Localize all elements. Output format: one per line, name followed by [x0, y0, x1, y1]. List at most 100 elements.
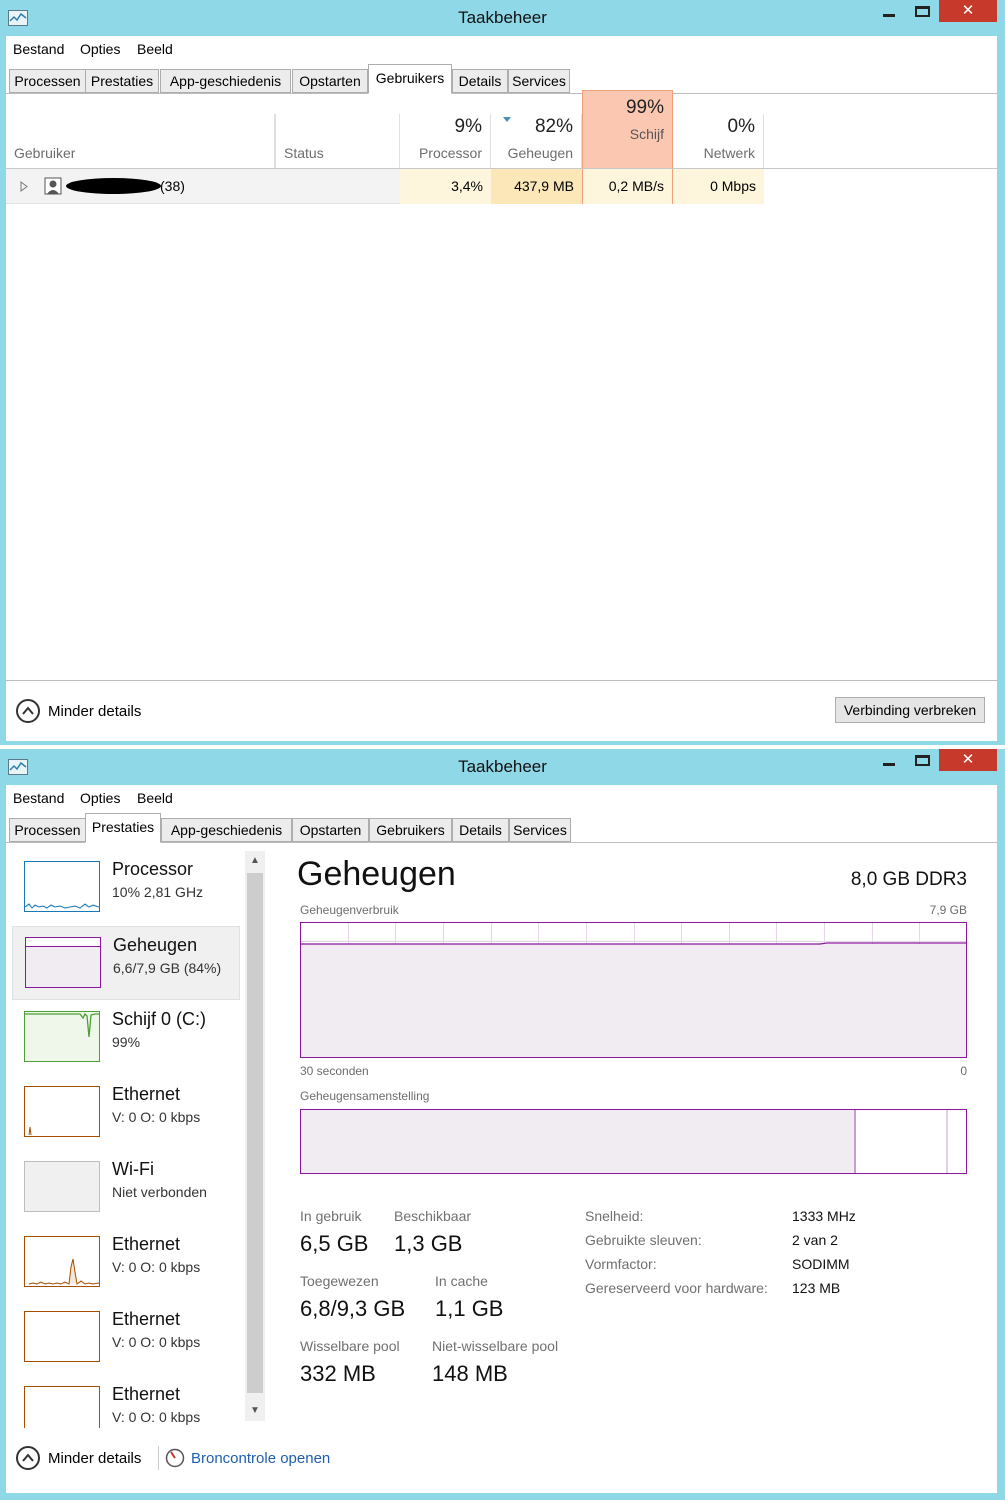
cached-value: 1,1 GB [435, 1296, 504, 1321]
tab-startup[interactable]: Opstarten [292, 818, 369, 842]
column-header-status[interactable]: Status [275, 114, 400, 169]
sidebar-subtitle: V: 0 O: 0 kbps [112, 1334, 201, 1350]
client-area: Bestand Opties Beeld Processen Prestatie… [6, 785, 997, 1493]
footer-bar: Minder details Verbinding verbreken [6, 680, 997, 741]
column-header-user[interactable]: Gebruiker [6, 114, 275, 169]
minimize-button[interactable] [872, 0, 906, 22]
users-table: Gebruiker Status 9% Processor 82% Geheug… [6, 90, 997, 680]
title-bar[interactable]: Taakbeheer ✕ [0, 749, 1005, 785]
footer-bar: Minder details Broncontrole openen [6, 1428, 997, 1493]
menu-options[interactable]: Opties [80, 41, 120, 57]
sidebar-item-ethernet[interactable]: Ethernet V: 0 O: 0 kbps [12, 1301, 240, 1375]
sidebar-item-wifi[interactable]: Wi-Fi Niet verbonden [12, 1151, 240, 1225]
sidebar-item-memory[interactable]: Geheugen 6,6/7,9 GB (84%) [12, 926, 240, 1000]
column-header-cpu[interactable]: 9% Processor [400, 114, 491, 169]
sidebar-subtitle: Niet verbonden [112, 1184, 207, 1200]
user-avatar-icon [44, 177, 62, 195]
in-use-value: 6,5 GB [300, 1231, 369, 1256]
sidebar-subtitle: 10% 2,81 GHz [112, 884, 204, 900]
scrollbar-thumb[interactable] [247, 873, 263, 1393]
minimize-button[interactable] [872, 749, 906, 771]
column-header-memory[interactable]: 82% Geheugen [491, 114, 582, 169]
hardware-reserved-label: Gereserveerd voor hardware: [585, 1280, 768, 1296]
column-label-user: Gebruiker [14, 145, 76, 161]
tab-performance[interactable]: Prestaties [85, 813, 161, 843]
open-resource-monitor-link[interactable]: Broncontrole openen [191, 1450, 330, 1467]
sidebar-title: Ethernet [112, 1234, 181, 1254]
scroll-up-arrow-icon[interactable]: ▲ [245, 851, 265, 871]
less-details-toggle[interactable] [16, 1446, 40, 1470]
resource-monitor-icon [165, 1448, 185, 1468]
memory-composition-bar [300, 1109, 967, 1174]
less-details-link[interactable]: Minder details [48, 1450, 141, 1467]
menu-file[interactable]: Bestand [13, 41, 64, 57]
in-use-label: In gebruik [300, 1208, 362, 1224]
speed-value: 1333 MHz [792, 1208, 856, 1224]
maximize-button[interactable] [906, 749, 940, 771]
tab-details[interactable]: Details [452, 818, 509, 842]
page-title: Geheugen [297, 855, 456, 893]
maximize-icon [915, 755, 930, 766]
sidebar-scrollbar[interactable]: ▲ ▼ [245, 851, 265, 1421]
less-details-toggle[interactable] [16, 699, 40, 723]
ethernet-thumbnail-graph [24, 1386, 100, 1428]
expand-chevron-icon[interactable] [20, 181, 28, 192]
hardware-reserved-value: 123 MB [792, 1280, 841, 1296]
sidebar-item-disk[interactable]: Schijf 0 (C:) 99% [12, 1001, 240, 1075]
form-factor-label: Vormfactor: [585, 1256, 657, 1272]
tab-performance[interactable]: Prestaties [85, 69, 159, 93]
sidebar-item-processor[interactable]: Processor 10% 2,81 GHz [12, 851, 240, 925]
processor-thumbnail-graph [24, 861, 100, 912]
tab-services[interactable]: Services [509, 818, 571, 842]
close-button[interactable]: ✕ [939, 749, 997, 771]
column-header-disk[interactable]: 99% Schijf [582, 90, 673, 169]
tab-app-history[interactable]: App-geschiedenis [161, 818, 292, 842]
task-manager-window-users: Taakbeheer ✕ Bestand Opties Beeld Proces… [0, 0, 1005, 745]
tab-details[interactable]: Details [452, 69, 508, 93]
table-row[interactable]: (38) 3,4% 437,9 MB 0,2 MB/s 0 Mbps [6, 169, 764, 204]
less-details-link[interactable]: Minder details [48, 703, 141, 720]
window-title: Taakbeheer [458, 757, 547, 776]
disconnect-button[interactable]: Verbinding verbreken [835, 697, 985, 723]
sidebar-subtitle: V: 0 O: 0 kbps [112, 1109, 201, 1125]
sidebar-item-ethernet[interactable]: Ethernet V: 0 O: 0 kbps [12, 1226, 240, 1300]
maximize-button[interactable] [906, 0, 940, 22]
disk-total-percent: 99% [625, 97, 664, 118]
menu-file[interactable]: Bestand [13, 790, 64, 806]
title-bar[interactable]: Taakbeheer ✕ [0, 0, 1005, 36]
tab-users[interactable]: Gebruikers [368, 64, 452, 94]
sort-arrow-icon [503, 117, 511, 122]
performance-sidebar: Processor 10% 2,81 GHz Geheugen 6,6/7,9 … [6, 843, 268, 1428]
user-process-count: (38) [160, 178, 185, 194]
user-memory-cell: 437,9 MB [491, 169, 582, 204]
cached-label: In cache [435, 1273, 488, 1289]
committed-label: Toegewezen [300, 1273, 379, 1289]
scroll-down-arrow-icon[interactable]: ▼ [245, 1401, 265, 1421]
column-header-network[interactable]: 0% Netwerk [673, 114, 764, 169]
sidebar-title: Processor [112, 859, 194, 879]
ethernet-thumbnail-graph [24, 1236, 100, 1287]
sidebar-subtitle: 6,6/7,9 GB (84%) [113, 960, 222, 976]
composition-chart-title: Geheugensamenstelling [300, 1089, 430, 1103]
sidebar-item-ethernet[interactable]: Ethernet V: 0 O: 0 kbps [12, 1376, 240, 1428]
tab-processes[interactable]: Processen [9, 818, 86, 842]
sidebar-item-ethernet[interactable]: Ethernet V: 0 O: 0 kbps [12, 1076, 240, 1150]
tab-app-history[interactable]: App-geschiedenis [160, 69, 291, 93]
menu-view[interactable]: Beeld [137, 790, 173, 806]
tab-users[interactable]: Gebruikers [369, 818, 452, 842]
usage-chart-time: 30 seconden [300, 1064, 369, 1078]
close-button[interactable]: ✕ [939, 0, 997, 22]
menu-view[interactable]: Beeld [137, 41, 173, 57]
tab-services[interactable]: Services [508, 69, 570, 93]
tab-strip: Processen Prestaties App-geschiedenis Op… [6, 811, 997, 843]
close-icon: ✕ [961, 2, 975, 19]
menu-options[interactable]: Opties [80, 790, 120, 806]
tab-processes[interactable]: Processen [9, 69, 86, 93]
tab-startup[interactable]: Opstarten [292, 69, 368, 93]
wifi-thumbnail-graph [24, 1161, 100, 1212]
memory-thumbnail-graph [25, 937, 101, 988]
ethernet-thumbnail-graph [24, 1086, 100, 1137]
minimize-icon [883, 763, 895, 766]
network-total-percent: 0% [727, 116, 755, 137]
usage-chart-max: 7,9 GB [929, 903, 967, 917]
